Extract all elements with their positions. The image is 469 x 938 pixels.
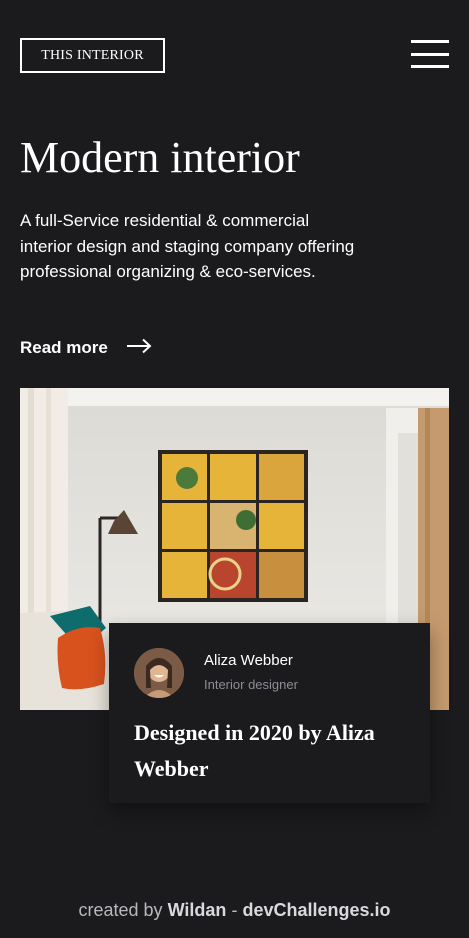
page-title: Modern interior	[20, 133, 300, 182]
card-heading: Designed in 2020 by Aliza Webber	[134, 720, 375, 781]
footer-author-link[interactable]: Wildan	[168, 900, 227, 920]
footer-separator: -	[231, 900, 238, 920]
hero-description: A full-Service residential & commercial …	[20, 211, 355, 281]
designer-card: Aliza Webber Interior designer Designed …	[109, 623, 430, 803]
read-more-link[interactable]: Read more	[20, 335, 152, 361]
hamburger-menu-icon[interactable]	[411, 40, 449, 68]
menu-line	[411, 65, 449, 68]
author-name: Aliza Webber	[204, 652, 293, 669]
menu-line	[411, 52, 449, 56]
avatar	[134, 648, 184, 698]
footer-prefix: created by	[78, 900, 163, 920]
menu-line	[411, 40, 449, 43]
arrow-right-icon	[126, 338, 152, 359]
footer-site-link[interactable]: devChallenges.io	[242, 900, 390, 920]
author-role: Interior designer	[204, 677, 298, 692]
footer-credit: created by Wildan - devChallenges.io	[0, 900, 469, 921]
read-more-label: Read more	[20, 338, 108, 357]
logo[interactable]: THIS INTERIOR	[20, 38, 165, 73]
